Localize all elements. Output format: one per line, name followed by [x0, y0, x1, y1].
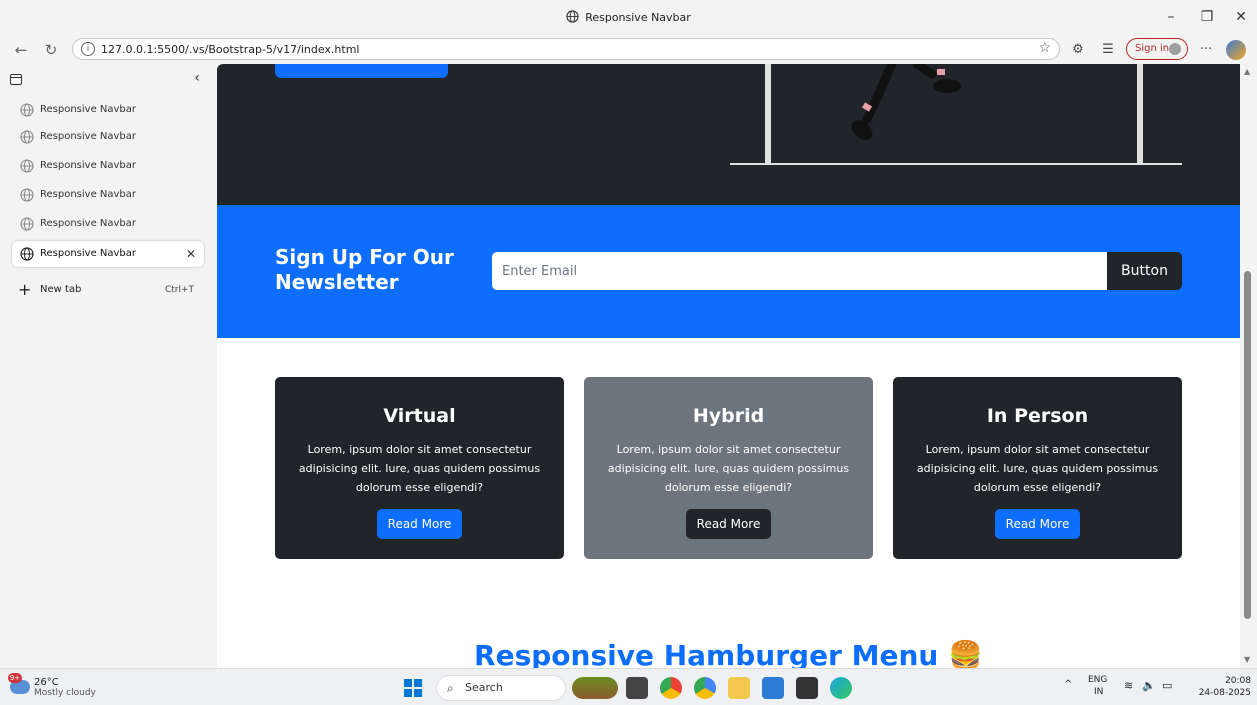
avatar-icon	[1169, 43, 1181, 55]
card-text: Lorem, ipsum dolor sit amet consectetur …	[607, 443, 850, 494]
card-in-person: In Person Lorem, ipsum dolor sit amet co…	[893, 377, 1182, 559]
volume-icon[interactable]: 🔈	[1142, 679, 1156, 692]
weather-condition: Mostly cloudy	[34, 688, 96, 698]
url-text[interactable]: 127.0.0.1:5500/.vs/Bootstrap-5/v17/index…	[101, 43, 359, 56]
card-title: Virtual	[383, 405, 456, 427]
globe-icon	[566, 10, 579, 23]
globe-icon	[20, 130, 34, 144]
taskbar-search[interactable]: ⌕ Search	[436, 675, 566, 701]
edge-icon[interactable]	[830, 677, 852, 699]
hero-illustration	[730, 64, 1182, 165]
widget-app-icon[interactable]	[572, 677, 618, 699]
more-menu-icon[interactable]: ···	[1196, 40, 1216, 60]
search-icon: ⌕	[447, 681, 454, 695]
sidebar-tab-label: Responsive Navbar	[40, 189, 137, 200]
email-input[interactable]	[492, 252, 1108, 290]
scroll-down-icon[interactable]: ▼	[1244, 655, 1250, 664]
show-hidden-icons-icon[interactable]: ^	[1064, 679, 1072, 690]
new-tab-label: New tab	[40, 284, 82, 295]
system-clock[interactable]: 20:08 24-08-2025	[1199, 675, 1251, 699]
globe-icon	[20, 217, 34, 231]
sidebar-tab[interactable]: Responsive Navbar	[12, 211, 204, 237]
plus-icon: +	[18, 280, 32, 299]
sidebar-tab[interactable]: Responsive Navbar	[12, 153, 204, 179]
sign-in-button[interactable]: Sign in	[1126, 38, 1188, 60]
chrome-icon[interactable]	[660, 677, 682, 699]
restore-icon[interactable]: ❐	[1190, 6, 1224, 28]
card-title: In Person	[986, 405, 1089, 427]
chrome-profile-icon[interactable]	[694, 677, 716, 699]
window-title-wrap: Responsive Navbar	[0, 10, 1257, 24]
file-explorer-icon[interactable]	[728, 677, 750, 699]
scroll-up-icon[interactable]: ▲	[1244, 67, 1250, 76]
taskbar-search-label: Search	[465, 681, 503, 694]
weather-temp: 26°C	[34, 677, 59, 688]
language-bottom[interactable]: IN	[1094, 687, 1103, 697]
sidebar-tab[interactable]: Responsive Navbar	[12, 124, 204, 150]
sidebar-tab-active[interactable]: Responsive Navbar ✕	[12, 241, 204, 267]
card-hybrid: Hybrid Lorem, ipsum dolor sit amet conse…	[584, 377, 873, 559]
section-heading: Responsive Hamburger Menu 🍔	[474, 639, 983, 668]
vscode-icon[interactable]	[762, 677, 784, 699]
sidebar-header: ‹	[10, 70, 200, 90]
newsletter-section: Sign Up For Our Newsletter Button	[217, 205, 1240, 338]
close-window-icon[interactable]: ✕	[1224, 6, 1257, 28]
globe-icon	[20, 103, 34, 117]
sidebar-tab-label: Responsive Navbar	[40, 248, 137, 259]
sidebar-tab[interactable]: Responsive Navbar	[12, 182, 204, 208]
extensions-icon[interactable]: ⚙	[1068, 40, 1088, 60]
hero-section	[217, 64, 1240, 205]
back-arrow-icon[interactable]: ←	[10, 39, 32, 61]
info-icon[interactable]: i	[81, 42, 95, 56]
favorites-icon[interactable]: ☰	[1098, 40, 1118, 60]
scrollbar-thumb[interactable]	[1244, 271, 1251, 619]
newsletter-title: Sign Up For Our Newsletter	[275, 245, 454, 294]
weather-widget[interactable]: 9+ 26°C Mostly cloudy	[8, 673, 128, 701]
vertical-tabs-sidebar: ‹ Responsive Navbar Responsive Navbar Re…	[0, 64, 210, 668]
sidebar-tab-label: Responsive Navbar	[40, 104, 137, 115]
hero-cta-button[interactable]	[275, 64, 448, 78]
terminal-icon[interactable]	[796, 677, 818, 699]
globe-icon	[20, 188, 34, 202]
globe-icon	[20, 159, 34, 173]
sidebar-tab[interactable]: Responsive Navbar	[12, 97, 204, 123]
windows-taskbar: 9+ 26°C Mostly cloudy ⌕ Search ^ ENG IN …	[0, 668, 1257, 705]
browser-toolbar: ← ↻ i 127.0.0.1:5500/.vs/Bootstrap-5/v17…	[0, 36, 1257, 64]
card-virtual: Virtual Lorem, ipsum dolor sit amet cons…	[275, 377, 564, 559]
wifi-icon[interactable]: ≋	[1124, 679, 1133, 692]
copilot-icon[interactable]	[1226, 40, 1246, 60]
task-view-icon[interactable]	[626, 677, 648, 699]
page-scrollbar[interactable]: ▲ ▼	[1240, 64, 1257, 668]
clock-time: 20:08	[1225, 676, 1251, 686]
close-tab-icon[interactable]: ✕	[186, 241, 196, 267]
sidebar-tab-label: Responsive Navbar	[40, 218, 137, 229]
read-more-button[interactable]: Read More	[994, 509, 1081, 539]
refresh-icon[interactable]: ↻	[40, 39, 62, 61]
title-bar: Responsive Navbar – ❐ ✕	[0, 0, 1257, 36]
tab-actions-icon[interactable]	[10, 74, 22, 85]
new-tab-button[interactable]: + New tab Ctrl+T	[12, 278, 204, 302]
globe-icon	[20, 247, 34, 261]
address-bar[interactable]: i 127.0.0.1:5500/.vs/Bootstrap-5/v17/ind…	[72, 38, 1060, 60]
read-more-button[interactable]: Read More	[685, 509, 772, 539]
weather-badge: 9+	[8, 673, 22, 683]
sidebar-tab-label: Responsive Navbar	[40, 131, 137, 142]
card-title: Hybrid	[692, 405, 765, 427]
read-more-button[interactable]: Read More	[376, 509, 463, 539]
card-text: Lorem, ipsum dolor sit amet consectetur …	[298, 443, 541, 494]
sign-in-label: Sign in	[1135, 43, 1170, 54]
sidebar-tab-label: Responsive Navbar	[40, 160, 137, 171]
minimize-icon[interactable]: –	[1154, 6, 1188, 28]
clock-date: 24-08-2025	[1198, 688, 1251, 698]
favorite-star-icon[interactable]: ☆	[1038, 40, 1051, 56]
collapse-sidebar-icon[interactable]: ‹	[194, 70, 200, 86]
newsletter-submit-button[interactable]: Button	[1107, 252, 1182, 290]
language-top[interactable]: ENG	[1088, 675, 1107, 685]
battery-icon[interactable]: ▭	[1162, 679, 1172, 692]
window-title: Responsive Navbar	[585, 11, 691, 24]
windows-start-icon[interactable]	[404, 679, 422, 697]
new-tab-shortcut: Ctrl+T	[164, 285, 194, 295]
page-viewport: Sign Up For Our Newsletter Button Virtua…	[217, 64, 1240, 668]
card-text: Lorem, ipsum dolor sit amet consectetur …	[916, 443, 1159, 494]
